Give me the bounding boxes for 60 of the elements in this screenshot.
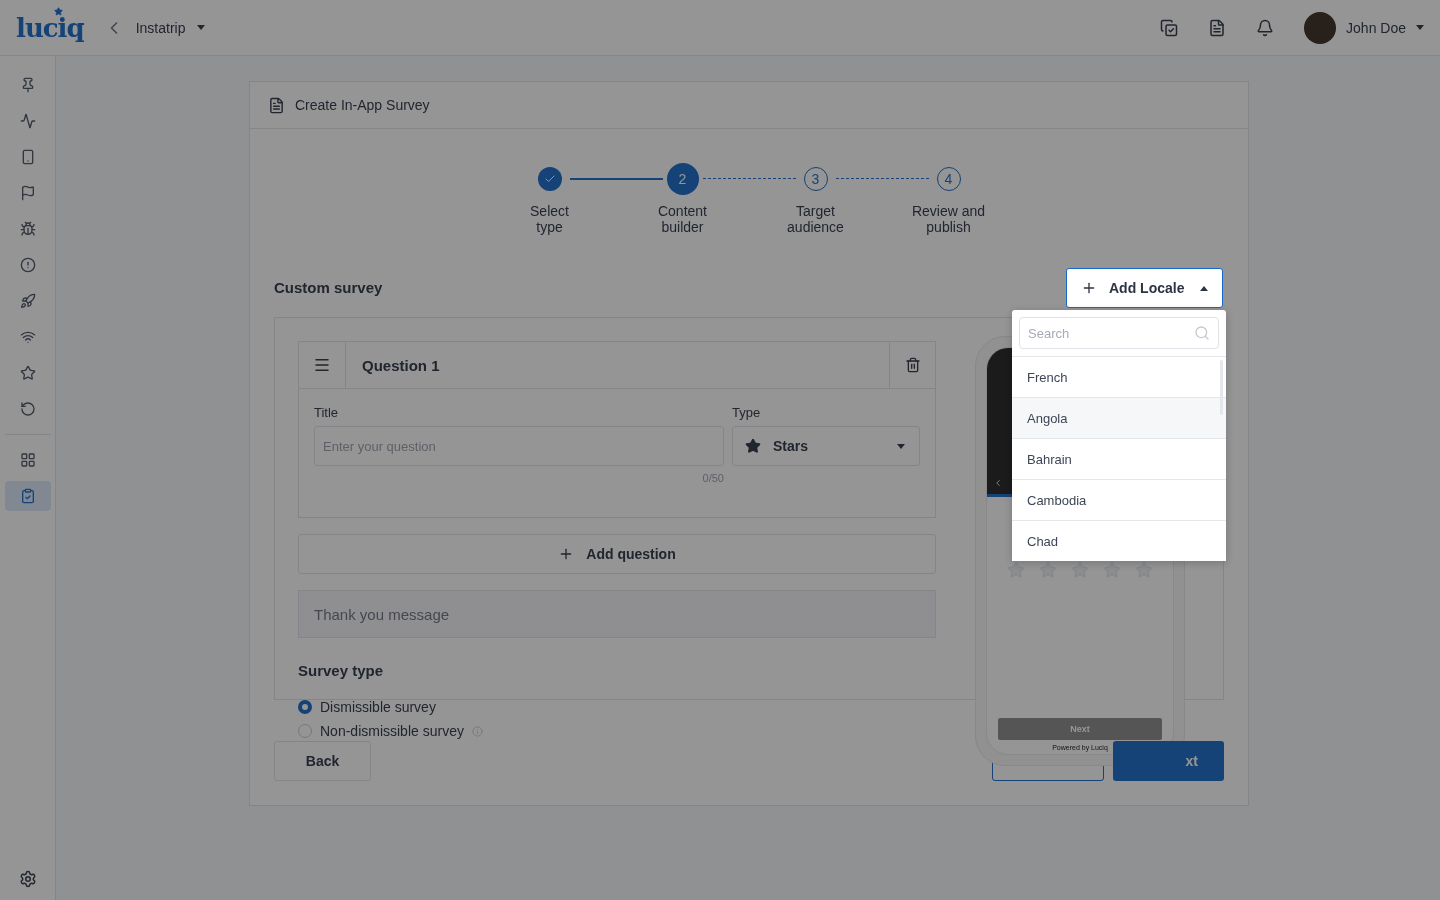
step-indicator: 3 <box>803 167 828 191</box>
locale-option[interactable]: French <box>1012 356 1226 397</box>
flag-icon <box>19 185 36 201</box>
question-field[interactable]: Enter your question <box>314 426 724 466</box>
sidebar-item[interactable] <box>4 481 51 511</box>
step-label: Review and publish <box>911 203 986 235</box>
search-icon <box>1194 325 1210 341</box>
avatar[interactable] <box>1304 11 1337 44</box>
trash-icon <box>904 357 921 373</box>
step-label: Target audience <box>787 203 844 235</box>
thank-you-field[interactable]: Thank you message <box>298 590 936 638</box>
locale-option[interactable]: Cambodia <box>1012 479 1226 520</box>
locale-option[interactable]: Chad <box>1012 520 1226 561</box>
star-icon <box>745 438 761 454</box>
back-icon <box>993 478 1003 488</box>
wifi-icon <box>19 329 36 345</box>
type-select[interactable]: Stars <box>732 426 920 466</box>
locale-option[interactable]: Angola <box>1012 397 1226 438</box>
add-locale-button[interactable]: Add Locale <box>1066 268 1223 308</box>
app-name[interactable]: Instatrip <box>135 19 186 36</box>
field-label: Type <box>732 405 762 420</box>
bell-icon[interactable] <box>1256 18 1275 37</box>
radio-button[interactable] <box>298 724 312 738</box>
alert-icon <box>19 257 36 273</box>
settings-icon[interactable] <box>18 870 37 888</box>
radio-label[interactable]: Non-dismissible survey <box>320 723 464 739</box>
next-button[interactable]: xt <box>1113 741 1224 781</box>
radio-label[interactable]: Dismissible survey <box>320 699 436 715</box>
tasks-icon[interactable] <box>1160 18 1179 37</box>
search-field[interactable]: Search <box>1019 317 1219 349</box>
question-title: Question 1 <box>361 355 441 376</box>
check-icon <box>543 173 556 185</box>
pulse-icon <box>19 113 36 129</box>
checklist-icon <box>19 488 36 504</box>
add-question-button[interactable]: Add question <box>298 534 936 574</box>
survey-icon <box>268 96 285 114</box>
drag-handle-icon[interactable] <box>313 356 331 374</box>
user-name[interactable]: John Doe <box>1346 19 1406 36</box>
document-icon[interactable] <box>1208 18 1227 37</box>
grid-icon <box>19 452 36 468</box>
bug-icon <box>19 221 36 237</box>
plus-icon <box>1081 280 1097 296</box>
card-title: Create In-App Survey <box>295 97 430 113</box>
rocket-icon <box>19 293 36 309</box>
step-indicator: 2 <box>666 163 699 195</box>
step-indicator: 4 <box>936 167 961 191</box>
locale-option[interactable]: Bahrain <box>1012 438 1226 479</box>
caret-icon[interactable] <box>1416 25 1424 30</box>
field-label: Title <box>314 405 340 420</box>
back-button[interactable]: Back <box>274 741 371 781</box>
star-icon <box>19 365 36 381</box>
section-title: Custom survey <box>274 278 383 296</box>
star-icon <box>54 6 63 16</box>
step-label: Content builder <box>657 203 707 235</box>
replay-icon <box>19 401 36 417</box>
step-label: Select type <box>530 203 569 235</box>
radio-button[interactable] <box>298 700 312 714</box>
caret-icon[interactable] <box>197 25 206 30</box>
logo: luciq <box>16 12 84 43</box>
section-title: Survey type <box>298 662 385 679</box>
